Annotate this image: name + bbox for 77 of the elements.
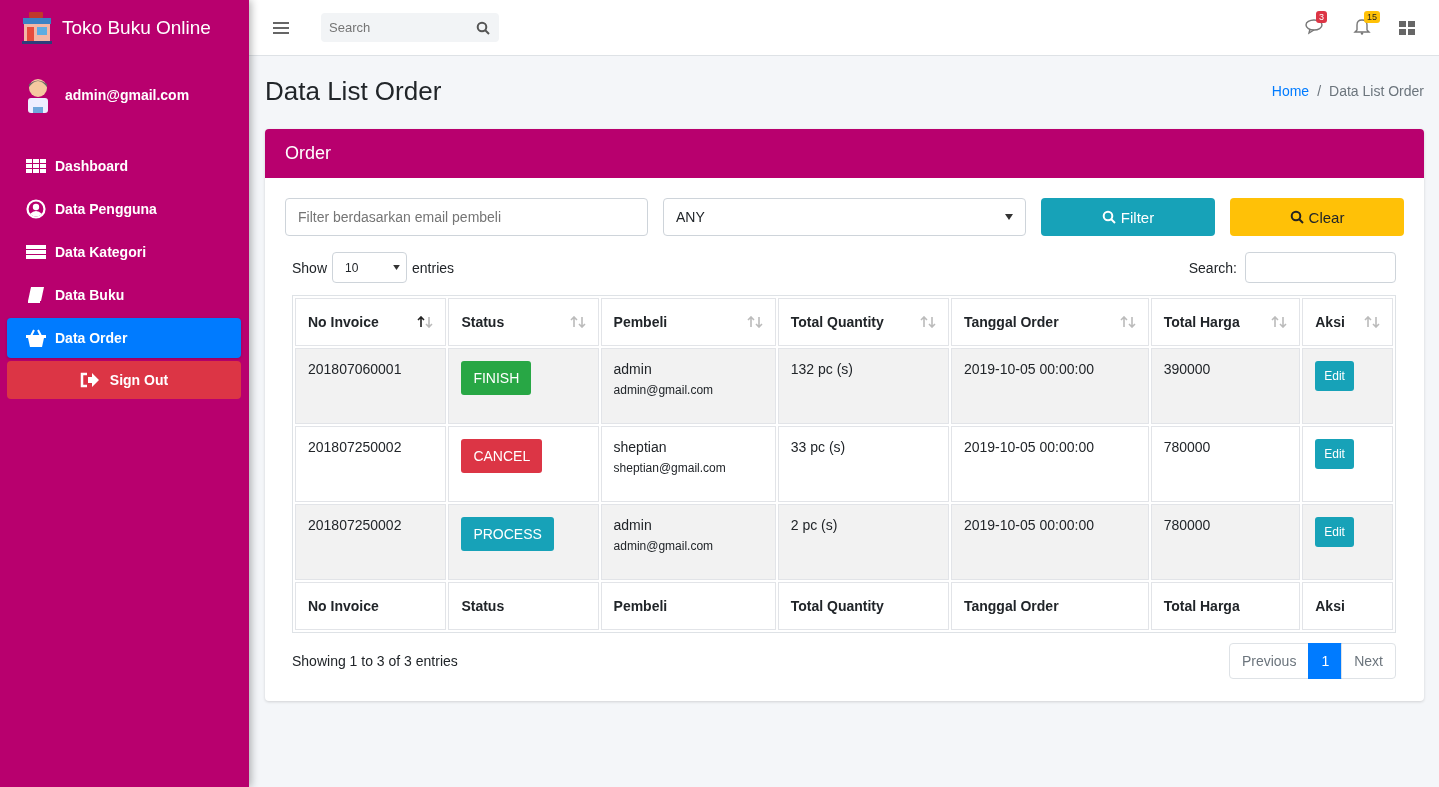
column-header[interactable]: Tanggal Order [950, 298, 1149, 346]
brand-title: Toko Buku Online [62, 17, 211, 39]
pagination-button[interactable]: Next [1341, 643, 1396, 679]
pagination-button[interactable]: 1 [1308, 643, 1343, 679]
table-cell: 2 pc (s) [790, 517, 838, 533]
buyer-email: admin@gmail.com [613, 383, 715, 397]
entries-select[interactable]: 10 [332, 252, 408, 283]
caret-icon [1005, 214, 1013, 220]
breadcrumb-current: Data List Order [1329, 83, 1424, 99]
column-header[interactable]: Total Quantity [777, 298, 949, 346]
buyer-email: sheptian@gmail.com [613, 461, 727, 475]
sidebar-item[interactable]: Dashboard [7, 146, 241, 186]
buyer-email: admin@gmail.com [613, 539, 715, 553]
table-cell: 201807250002 [308, 517, 402, 533]
user-avatar-icon [25, 77, 51, 113]
column-footer: No Invoice [295, 582, 447, 630]
entries-label: entries [412, 259, 455, 276]
list-icon [25, 242, 47, 262]
buyer-name: admin [613, 517, 653, 533]
email-filter-field[interactable]: Filter berdasarkan email pembeli [285, 198, 648, 236]
grid-icon [25, 156, 47, 176]
table-cell: 780000 [1163, 517, 1211, 533]
table-cell: 201807250002 [308, 439, 402, 455]
status-select[interactable]: ANY [663, 198, 1026, 236]
caret-icon [393, 265, 401, 270]
status-badge: CANCEL [461, 439, 543, 473]
apps-grid-icon[interactable] [1399, 20, 1415, 35]
search-field[interactable]: Search [321, 13, 499, 42]
status-badge: FINISH [461, 361, 532, 395]
buyer-name: sheptian [613, 439, 668, 455]
user-email: admin@gmail.com [65, 87, 190, 103]
sidebar-item[interactable]: Data Order [7, 318, 241, 358]
notification-count-badge: 15 [1364, 11, 1380, 23]
search-icon[interactable] [476, 21, 490, 35]
page-title: Data List Order [265, 75, 443, 107]
column-footer: Total Harga [1150, 582, 1301, 630]
table-cell: 780000 [1163, 439, 1211, 455]
table-cell: 2019-10-05 00:00:00 [963, 517, 1094, 533]
breadcrumb-separator: / [1317, 83, 1322, 99]
status-badge: PROCESS [461, 517, 554, 551]
column-footer: Aksi [1302, 582, 1393, 630]
column-header[interactable]: Status [448, 298, 599, 346]
menu-icon[interactable] [273, 20, 289, 35]
column-header[interactable]: No Invoice [295, 298, 447, 346]
table-cell: 2019-10-05 00:00:00 [963, 439, 1094, 455]
basket-icon [25, 328, 47, 348]
book-icon [25, 285, 47, 305]
clear-button[interactable]: Clear [1230, 198, 1404, 236]
card-title: Order [285, 143, 331, 164]
shop-icon [20, 11, 54, 45]
table-cell: 201807060001 [308, 361, 402, 377]
sidebar-item[interactable]: Data Buku [7, 275, 241, 315]
column-header[interactable]: Aksi [1302, 298, 1393, 346]
table-cell: 33 pc (s) [790, 439, 846, 455]
show-label: Show [292, 259, 328, 276]
buyer-name: admin [613, 361, 653, 377]
column-footer: Pembeli [600, 582, 776, 630]
column-header[interactable]: Total Harga [1150, 298, 1301, 346]
table-cell: 390000 [1163, 361, 1211, 377]
table-cell: 2019-10-05 00:00:00 [963, 361, 1094, 377]
table-info: Showing 1 to 3 of 3 entries [292, 653, 458, 669]
column-header[interactable]: Pembeli [600, 298, 776, 346]
sign-out-icon [79, 372, 100, 388]
sidebar-item[interactable]: Data Kategori [7, 232, 241, 272]
column-footer: Status [448, 582, 599, 630]
search-label: Search: [1188, 259, 1237, 276]
column-footer: Total Quantity [777, 582, 949, 630]
message-count-badge: 3 [1316, 11, 1327, 23]
table-cell: 132 pc (s) [790, 361, 853, 377]
search-icon [1289, 210, 1304, 224]
sign-out-button[interactable]: Sign Out [7, 361, 241, 399]
breadcrumb-link[interactable]: Home [1271, 83, 1310, 99]
table-search-field[interactable] [1245, 252, 1396, 283]
search-icon [1101, 210, 1116, 224]
user-icon [25, 199, 47, 219]
column-footer: Tanggal Order [950, 582, 1149, 630]
sidebar-item[interactable]: Data Pengguna [7, 189, 241, 229]
